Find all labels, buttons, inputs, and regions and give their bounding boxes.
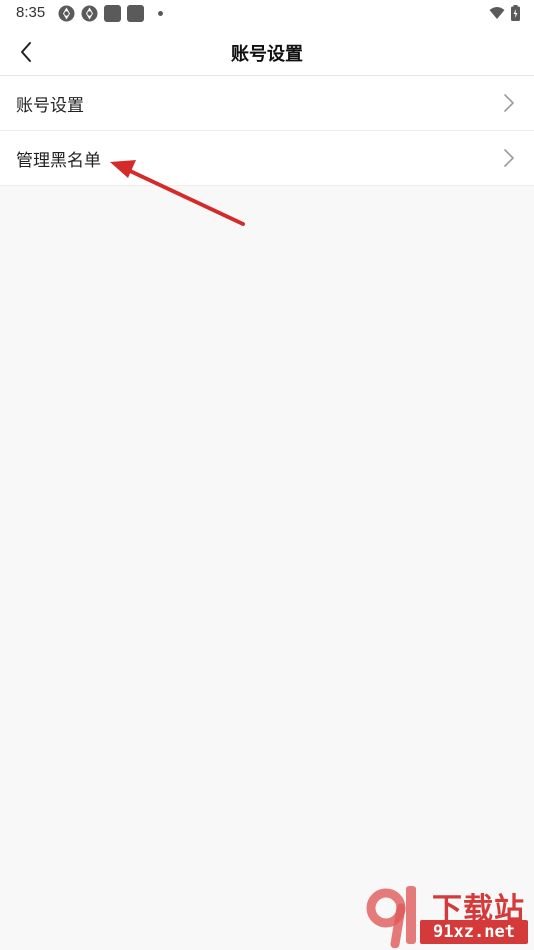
chevron-right-icon xyxy=(504,149,514,167)
list-item-manage-blacklist[interactable]: 管理黑名单 xyxy=(0,131,534,186)
aperture-icon xyxy=(81,5,98,22)
list-item-account-settings[interactable]: 账号设置 xyxy=(0,76,534,131)
list-item-label: 账号设置 xyxy=(16,96,84,116)
app-square-icon xyxy=(104,5,121,22)
site-logo-icon xyxy=(366,886,416,948)
settings-list: 账号设置 管理黑名单 xyxy=(0,76,534,186)
page-title: 账号设置 xyxy=(231,44,303,65)
list-item-label: 管理黑名单 xyxy=(16,151,101,171)
app-square-icon xyxy=(127,5,144,22)
status-icons-left xyxy=(58,5,163,22)
wifi-icon xyxy=(489,7,505,19)
nav-bar: 账号设置 xyxy=(0,28,534,76)
status-time: 8:35 xyxy=(16,4,46,21)
aperture-icon xyxy=(58,5,75,22)
status-bar: 8:35 xyxy=(0,0,534,28)
battery-charging-icon xyxy=(511,5,520,21)
notification-dot-icon xyxy=(158,11,163,16)
watermark-domain: 91xz.net xyxy=(420,920,528,944)
watermark: 下载站 91xz.net xyxy=(362,882,532,948)
status-icons-right xyxy=(489,5,520,21)
chevron-right-icon xyxy=(504,94,514,112)
